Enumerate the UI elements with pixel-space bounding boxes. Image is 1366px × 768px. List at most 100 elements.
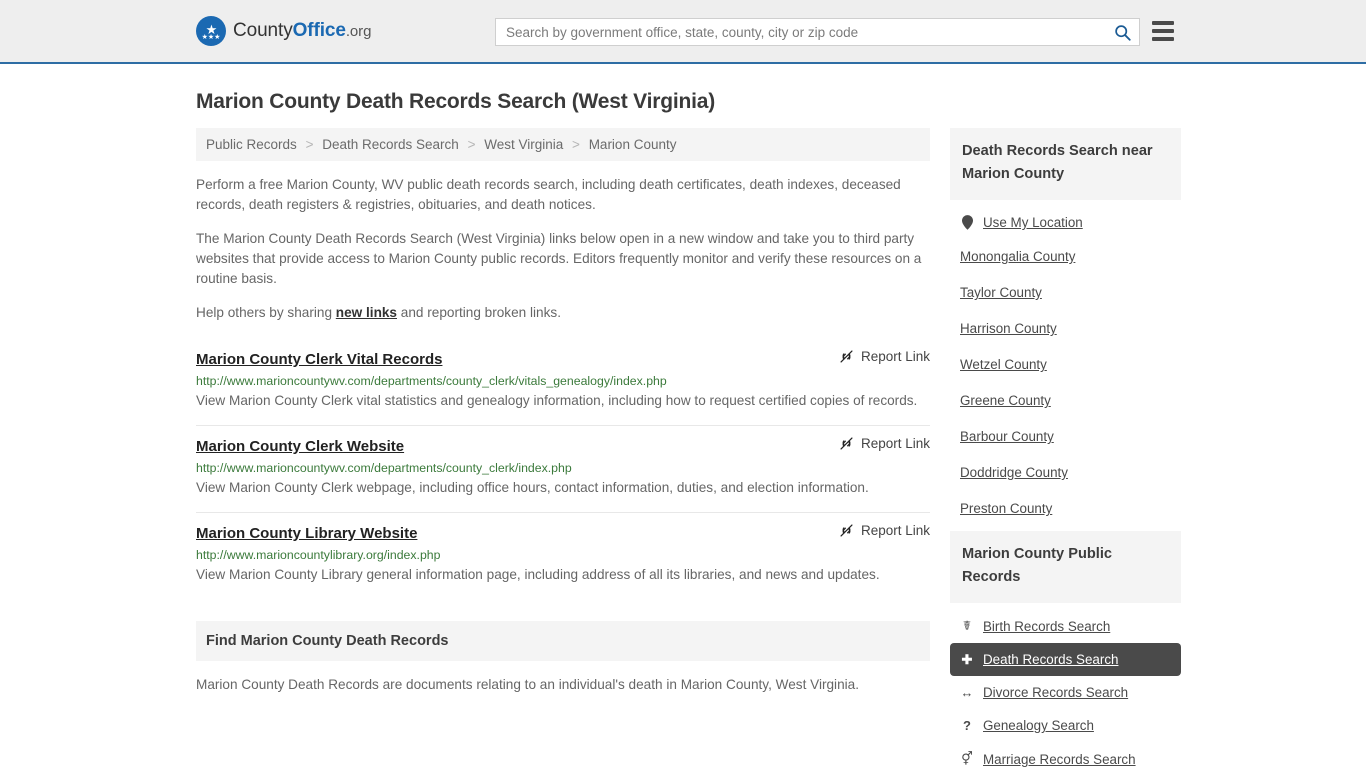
nearby-county-label[interactable]: Wetzel County xyxy=(960,357,1047,372)
link-description: View Marion County Clerk vital statistic… xyxy=(196,393,918,408)
share-text-before: Help others by sharing xyxy=(196,305,336,320)
link-description: View Marion County Clerk webpage, includ… xyxy=(196,480,869,495)
eagle-stars-logo-icon: ★ ★★★ xyxy=(196,16,226,46)
nearby-county-label[interactable]: Barbour County xyxy=(960,429,1054,444)
nearby-panel: Death Records Search near Marion County … xyxy=(950,128,1181,527)
sidebar-nearby-county[interactable]: Preston County xyxy=(950,491,1181,527)
report-link-label: Report Link xyxy=(860,523,930,538)
hamburger-menu-icon[interactable] xyxy=(1152,21,1174,41)
broken-link-icon xyxy=(840,524,853,537)
intro-text: Perform a free Marion County, WV public … xyxy=(196,175,930,323)
nearby-county-label[interactable]: Taylor County xyxy=(960,285,1042,300)
breadcrumb-separator: > xyxy=(467,137,476,152)
link-title[interactable]: Marion County Library Website xyxy=(196,525,417,542)
sidebar-nearby-county[interactable]: Greene County xyxy=(950,383,1181,419)
intro-paragraph-3: Help others by sharing new links and rep… xyxy=(196,303,930,323)
public-record-label[interactable]: Divorce Records Search xyxy=(983,685,1128,700)
male-female-icon: ⚥ xyxy=(961,751,973,766)
nearby-county-list: Monongalia County Taylor County Harrison C… xyxy=(950,239,1181,527)
breadcrumb-item-0[interactable]: Public Records xyxy=(206,137,297,152)
content-columns: Public Records > Death Records Search > … xyxy=(196,128,1181,768)
brand-part1: County xyxy=(233,20,293,41)
report-link-button[interactable]: Report Link xyxy=(839,523,930,538)
link-entry: Marion County Library Website Report Lin… xyxy=(196,512,930,599)
public-records-links: ☤ Birth Records Search ✚ Death Records Sear… xyxy=(950,603,1181,768)
link-entry: Marion County Clerk Vital Records Report… xyxy=(196,339,930,425)
sidebar-item-genealogy-search[interactable]: ? Genealogy Search xyxy=(950,709,1181,742)
public-records-panel: Marion County Public Records ☤ Birth Reco… xyxy=(950,531,1181,768)
intro-paragraph-1: Perform a free Marion County, WV public … xyxy=(196,177,901,212)
sidebar: Death Records Search near Marion County … xyxy=(950,128,1181,768)
site-logo[interactable]: ★ ★★★ CountyOffice.org xyxy=(196,16,371,46)
brand-part2: Office xyxy=(292,20,346,41)
link-results-list: Marion County Clerk Vital Records Report… xyxy=(196,339,930,599)
link-description: View Marion County Library general infor… xyxy=(196,567,880,582)
breadcrumb: Public Records > Death Records Search > … xyxy=(196,128,930,161)
breadcrumb-item-2[interactable]: West Virginia xyxy=(484,137,563,152)
cross-icon: ✚ xyxy=(961,652,973,667)
link-title[interactable]: Marion County Clerk Vital Records xyxy=(196,351,442,368)
public-record-label[interactable]: Marriage Records Search xyxy=(983,752,1136,767)
find-section-heading: Find Marion County Death Records xyxy=(196,621,930,661)
sidebar-item-divorce-records-search[interactable]: ↔ Divorce Records Search xyxy=(950,676,1181,709)
nearby-links: Use My Location Monongalia County Taylor … xyxy=(950,200,1181,527)
link-entry-header: Marion County Clerk Vital Records Report… xyxy=(196,349,930,368)
nearby-county-label[interactable]: Preston County xyxy=(960,501,1052,516)
breadcrumb-item-1[interactable]: Death Records Search xyxy=(322,137,459,152)
baby-icon: ☤ xyxy=(962,618,972,633)
share-text-after: and reporting broken links. xyxy=(397,305,561,320)
report-link-button[interactable]: Report Link xyxy=(839,349,930,364)
link-entry-header: Marion County Clerk Website Report Link xyxy=(196,436,930,455)
search-icon xyxy=(1114,24,1131,41)
question-mark-icon: ? xyxy=(963,718,971,733)
sidebar-nearby-county[interactable]: Wetzel County xyxy=(950,347,1181,383)
nearby-county-label[interactable]: Greene County xyxy=(960,393,1051,408)
new-links-link[interactable]: new links xyxy=(336,305,397,320)
sidebar-item-use-my-location[interactable]: Use My Location xyxy=(950,206,1181,239)
public-record-label[interactable]: Genealogy Search xyxy=(983,718,1094,733)
breadcrumb-separator: > xyxy=(305,137,314,152)
brand-text: CountyOffice.org xyxy=(233,20,371,42)
sidebar-item-death-records-search[interactable]: ✚ Death Records Search xyxy=(950,643,1181,676)
report-link-label: Report Link xyxy=(860,349,930,364)
site-header: ★ ★★★ CountyOffice.org xyxy=(0,0,1366,64)
public-record-label[interactable]: Birth Records Search xyxy=(983,619,1110,634)
sidebar-nearby-county[interactable]: Taylor County xyxy=(950,275,1181,311)
breadcrumb-separator: > xyxy=(572,137,580,152)
public-records-panel-heading: Marion County Public Records xyxy=(950,531,1181,603)
sidebar-nearby-county[interactable]: Doddridge County xyxy=(950,455,1181,491)
brand-part3: .org xyxy=(345,23,372,40)
sidebar-nearby-county[interactable]: Harrison County xyxy=(950,311,1181,347)
sidebar-item-birth-records-search[interactable]: ☤ Birth Records Search xyxy=(950,609,1181,643)
link-title[interactable]: Marion County Clerk Website xyxy=(196,438,404,455)
link-entry-header: Marion County Library Website Report Lin… xyxy=(196,523,930,542)
map-pin-icon xyxy=(960,215,974,230)
page-container: Marion County Death Records Search (West… xyxy=(0,90,1366,768)
left-right-arrow-icon: ↔ xyxy=(960,685,974,700)
public-record-label[interactable]: Death Records Search xyxy=(983,652,1118,667)
page-title: Marion County Death Records Search (West… xyxy=(196,90,715,113)
link-url[interactable]: http://www.marioncountywv.com/department… xyxy=(196,461,930,475)
search-bar xyxy=(495,18,1140,46)
sidebar-nearby-county[interactable]: Monongalia County xyxy=(950,239,1181,275)
search-input[interactable] xyxy=(496,19,1105,45)
find-section-body: Marion County Death Records are document… xyxy=(196,677,859,692)
sidebar-item-marriage-records-search[interactable]: ⚥ Marriage Records Search xyxy=(950,742,1181,768)
report-link-button[interactable]: Report Link xyxy=(839,436,930,451)
broken-link-icon xyxy=(840,350,853,363)
link-url[interactable]: http://www.marioncountylibrary.org/index… xyxy=(196,548,930,562)
nearby-county-label[interactable]: Doddridge County xyxy=(960,465,1068,480)
use-my-location-label[interactable]: Use My Location xyxy=(983,215,1083,230)
broken-link-icon xyxy=(840,437,853,450)
report-link-label: Report Link xyxy=(860,436,930,451)
main-column: Public Records > Death Records Search > … xyxy=(196,128,930,695)
breadcrumb-item-3[interactable]: Marion County xyxy=(589,137,677,152)
nearby-county-label[interactable]: Harrison County xyxy=(960,321,1057,336)
nearby-county-label[interactable]: Monongalia County xyxy=(960,249,1075,264)
link-entry: Marion County Clerk Website Report Link h… xyxy=(196,425,930,512)
search-button[interactable] xyxy=(1105,19,1139,45)
nearby-panel-heading: Death Records Search near Marion County xyxy=(950,128,1181,200)
link-url[interactable]: http://www.marioncountywv.com/department… xyxy=(196,374,930,388)
intro-paragraph-2: The Marion County Death Records Search (… xyxy=(196,231,922,286)
sidebar-nearby-county[interactable]: Barbour County xyxy=(950,419,1181,455)
